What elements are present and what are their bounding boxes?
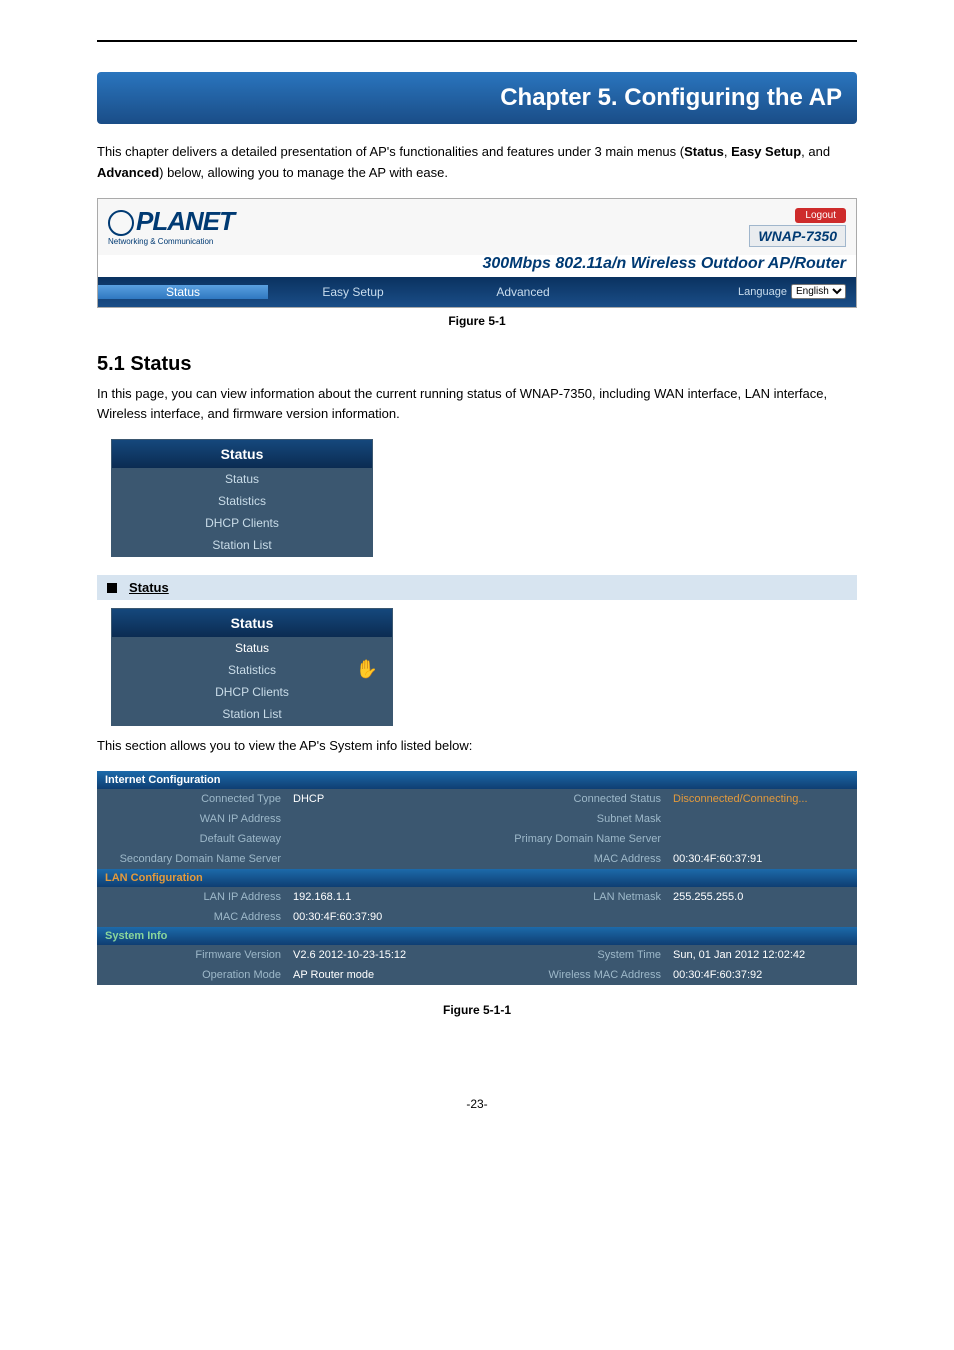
value-lan-mac: 00:30:4F:60:37:90 [287,909,467,925]
label-connected-status: Connected Status [467,791,667,807]
status-config-table: Internet Configuration Connected Type DH… [97,771,857,985]
label-connected-type: Connected Type [97,791,287,807]
value-mac-address: 00:30:4F:60:37:91 [667,851,857,867]
subheading-status-label: Status [129,580,169,595]
intro-advanced: Advanced [97,165,159,180]
label-wan-ip: WAN IP Address [97,811,287,827]
label-subnet-mask: Subnet Mask [467,811,667,827]
section-internet-config: Internet Configuration [97,771,857,789]
value-operation-mode: AP Router mode [287,967,467,983]
sidebar-item-statistics[interactable]: Statistics ✋ [112,659,392,681]
value-secondary-dns [287,851,467,867]
page-number: -23- [97,1097,857,1111]
model-label: WNAP-7350 [749,225,846,247]
value-default-gateway [287,831,467,847]
language-label: Language [738,286,787,298]
label-firmware: Firmware Version [97,947,287,963]
value-connected-type: DHCP [287,791,467,807]
section-heading-5-1: 5.1 Status [97,353,857,376]
sidebar-item-station-list[interactable]: Station List [112,703,392,725]
intro-text: ) below, allowing you to manage the AP w… [159,165,448,180]
system-info-sentence: This section allows you to view the AP's… [97,736,857,757]
sidebar-item-dhcp-clients[interactable]: DHCP Clients [112,512,372,534]
label-system-time: System Time [467,947,667,963]
section-system-info: System Info [97,927,857,945]
logout-button[interactable]: Logout [795,208,846,223]
figure-caption-5-1: Figure 5-1 [97,314,857,328]
sidebar-item-dhcp-clients[interactable]: DHCP Clients [112,681,392,703]
value-wireless-mac: 00:30:4F:60:37:92 [667,967,857,983]
figure-caption-5-1-1: Figure 5-1-1 [97,1003,857,1017]
intro-status: Status [684,144,724,159]
intro-easy: Easy Setup [731,144,801,159]
cursor-hand-icon: ✋ [356,659,378,680]
label-lan-mac: MAC Address [97,909,287,925]
status-menu-panel-hover: Status Status Statistics ✋ DHCP Clients … [111,608,393,726]
status-menu-header: Status [112,440,372,468]
section-paragraph: In this page, you can view information a… [97,384,857,426]
intro-text: This chapter delivers a detailed present… [97,144,684,159]
page-rule [97,40,857,42]
sidebar-item-statistics[interactable]: Statistics [112,490,372,512]
value-system-time: Sun, 01 Jan 2012 12:02:42 [667,947,857,963]
router-header-screenshot: PLANET Networking & Communication Logout… [97,198,857,308]
label-lan-ip: LAN IP Address [97,889,287,905]
value-primary-dns [667,831,857,847]
value-lan-netmask: 255.255.255.0 [667,889,857,905]
planet-logo: PLANET Networking & Communication [108,208,234,246]
label-wireless-mac: Wireless MAC Address [467,967,667,983]
subheading-status: Status [97,575,857,600]
label-secondary-dns: Secondary Domain Name Server [97,851,287,867]
section-lan-config: LAN Configuration [97,869,857,887]
label-mac-address: MAC Address [467,851,667,867]
tab-easy-setup[interactable]: Easy Setup [268,285,438,299]
status-menu-panel: Status Status Statistics DHCP Clients St… [111,439,373,557]
value-wan-ip [287,811,467,827]
sidebar-item-status[interactable]: Status [112,637,392,659]
value-firmware: V2.6 2012-10-23-15:12 [287,947,467,963]
value-subnet-mask [667,811,857,827]
intro-paragraph: This chapter delivers a detailed present… [97,142,857,184]
logo-sub: Networking & Communication [108,238,234,246]
intro-text: , and [801,144,830,159]
label-operation-mode: Operation Mode [97,967,287,983]
tab-status[interactable]: Status [98,285,268,299]
globe-icon [108,210,134,236]
status-menu-header: Status [112,609,392,637]
logo-brand: PLANET [136,206,234,236]
intro-text: , [724,144,731,159]
language-select[interactable]: English [791,284,846,299]
label-default-gateway: Default Gateway [97,831,287,847]
sidebar-item-status[interactable]: Status [112,468,372,490]
label-primary-dns: Primary Domain Name Server [467,831,667,847]
tagline: 300Mbps 802.11a/n Wireless Outdoor AP/Ro… [98,255,856,277]
chapter-title: Chapter 5. Configuring the AP [97,72,857,124]
value-connected-status: Disconnected/Connecting... [667,791,857,807]
tab-advanced[interactable]: Advanced [438,285,608,299]
sidebar-item-station-list[interactable]: Station List [112,534,372,556]
label-lan-netmask: LAN Netmask [467,889,667,905]
value-lan-ip: 192.168.1.1 [287,889,467,905]
sidebar-item-label: Statistics [228,663,276,677]
bullet-icon [107,583,117,593]
